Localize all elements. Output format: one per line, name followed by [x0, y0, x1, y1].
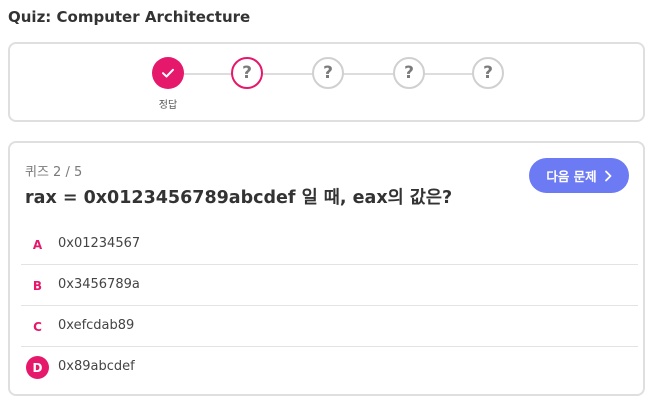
step-1-label: 정답 — [158, 100, 178, 111]
option-text: 0xefcdab89 — [58, 318, 135, 333]
question-icon: ? — [404, 62, 414, 83]
chevron-right-icon — [604, 170, 612, 181]
answer-options: A 0x01234567 B 0x3456789a C 0xefcdab89 D… — [21, 224, 638, 388]
option-key: B — [32, 278, 43, 293]
step-4[interactable]: ? — [393, 57, 425, 89]
next-question-label: 다음 문제 — [546, 169, 597, 184]
option-text: 0x3456789a — [58, 277, 140, 292]
answer-option-c[interactable]: C 0xefcdab89 — [21, 306, 638, 347]
quiz-card: 퀴즈 2 / 5 rax = 0x0123456789abcdef 일 때, e… — [8, 141, 645, 396]
quiz-stepper: 정답 ? ? ? ? — [10, 44, 643, 120]
question-icon: ? — [483, 62, 493, 83]
quiz-counter: 퀴즈 2 / 5 — [25, 165, 83, 180]
option-key: C — [33, 319, 42, 334]
step-1[interactable] — [152, 57, 184, 89]
page-title: Quiz: Computer Architecture — [8, 8, 251, 26]
answer-option-d[interactable]: D 0x89abcdef — [21, 347, 638, 388]
answer-option-b[interactable]: B 0x3456789a — [21, 265, 638, 306]
answer-option-a[interactable]: A 0x01234567 — [21, 224, 638, 265]
step-5[interactable]: ? — [472, 57, 504, 89]
option-key-selected: D — [26, 356, 49, 379]
step-2[interactable]: ? — [231, 57, 263, 89]
check-icon — [162, 68, 174, 78]
quiz-question: rax = 0x0123456789abcdef 일 때, eax의 값은? — [25, 188, 453, 208]
next-question-button[interactable]: 다음 문제 — [529, 158, 629, 193]
step-3[interactable]: ? — [312, 57, 344, 89]
question-icon: ? — [242, 62, 252, 83]
option-key: A — [32, 237, 43, 252]
question-icon: ? — [323, 62, 333, 83]
option-text: 0x89abcdef — [58, 359, 135, 374]
option-text: 0x01234567 — [58, 236, 141, 251]
progress-card: 정답 ? ? ? ? — [8, 42, 645, 122]
